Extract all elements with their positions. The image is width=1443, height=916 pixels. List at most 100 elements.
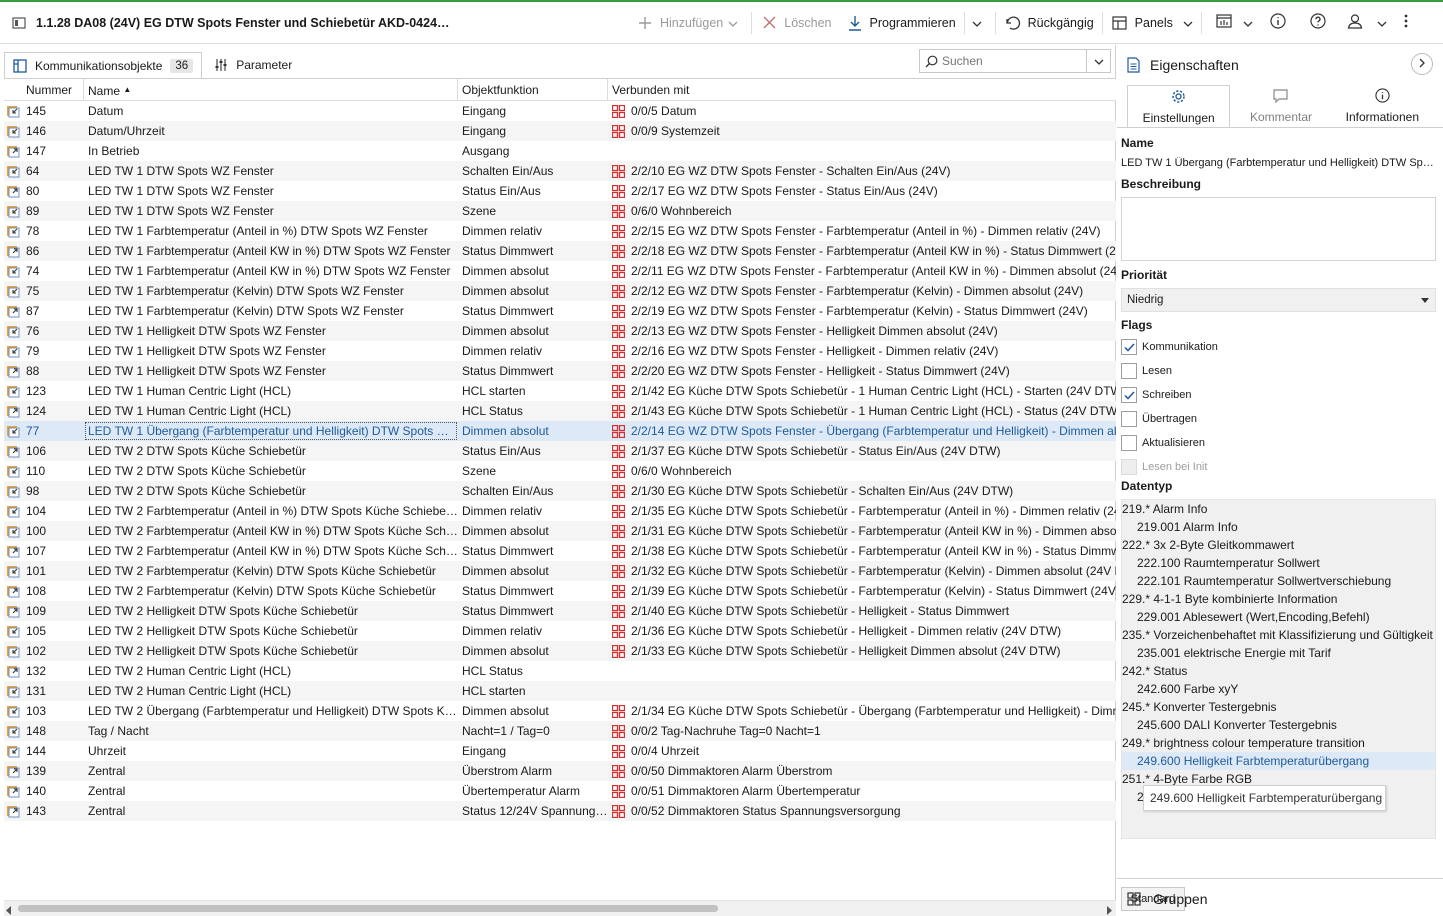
flag-checkbox[interactable]: Übertragen	[1121, 410, 1197, 428]
datatype-item[interactable]: 222.101 Raumtemperatur Sollwertverschieb…	[1122, 572, 1435, 590]
datatype-item[interactable]: 219.* Alarm Info	[1122, 500, 1435, 518]
tab-parameter[interactable]: Parameter	[206, 51, 300, 79]
tab-comment[interactable]: Kommentar	[1230, 85, 1331, 127]
table-row[interactable]: 131 LED TW 2 Human Centric Light (HCL) HCL…	[4, 681, 1116, 701]
table-row[interactable]: 86 LED TW 1 Farbtemperatur (Anteil KW in …	[4, 241, 1116, 261]
program-button[interactable]: Programmieren	[846, 2, 956, 44]
table-row[interactable]: 104 LED TW 2 Farbtemperatur (Anteil in %)…	[4, 501, 1116, 521]
datatype-item[interactable]: 242.600 Farbe xyY	[1122, 680, 1435, 698]
collapse-panel-button[interactable]	[1411, 53, 1433, 75]
scroll-left-icon[interactable]	[6, 904, 12, 916]
priority-select[interactable]: Niedrig	[1121, 288, 1436, 312]
datatype-item[interactable]: 242.* Status	[1122, 662, 1435, 680]
flag-checkbox[interactable]: Schreiben	[1121, 386, 1192, 404]
table-row[interactable]: 79 LED TW 1 Helligkeit DTW Spots WZ Fenst…	[4, 341, 1116, 361]
flag-checkbox[interactable]: Lesen	[1121, 362, 1172, 380]
table-row[interactable]: 109 LED TW 2 Helligkeit DTW Spots Küche S…	[4, 601, 1116, 621]
table-row[interactable]: 148 Tag / Nacht Nacht=1 / Tag=0 0/0/2 Tag-N…	[4, 721, 1116, 741]
name-cell: LED TW 2 DTW Spots Küche Schiebetür	[88, 464, 306, 478]
number-cell: 98	[4, 481, 84, 501]
table-row[interactable]: 76 LED TW 1 Helligkeit DTW Spots WZ Fenst…	[4, 321, 1116, 341]
undo-button[interactable]: Rückgängig	[1004, 2, 1094, 44]
search-input[interactable]	[942, 54, 1082, 68]
horizontal-scrollbar[interactable]	[4, 900, 1116, 916]
datatype-item[interactable]: 249.* brightness colour temperature tran…	[1122, 734, 1435, 752]
table-row[interactable]: 105 LED TW 2 Helligkeit DTW Spots Küche S…	[4, 621, 1116, 641]
table-row[interactable]: 108 LED TW 2 Farbtemperatur (Kelvin) DTW …	[4, 581, 1116, 601]
table-row[interactable]: 147 In Betrieb Ausgang	[4, 141, 1116, 161]
table-row[interactable]: 123 LED TW 1 Human Centric Light (HCL) HCL…	[4, 381, 1116, 401]
search-dropdown[interactable]	[1086, 50, 1110, 72]
scrollbar-thumb[interactable]	[18, 905, 718, 912]
datatype-item[interactable]: 245.* Konverter Testergebnis	[1122, 698, 1435, 716]
table-row[interactable]: 145 Datum Eingang 0/0/5 Datum	[4, 101, 1116, 121]
datatype-item[interactable]: 249.600 Helligkeit Farbtemperaturübergan…	[1122, 752, 1435, 770]
user-dropdown[interactable]	[1372, 2, 1392, 44]
table-row[interactable]: 87 LED TW 1 Farbtemperatur (Kelvin) DTW S…	[4, 301, 1116, 321]
table-row[interactable]: 143 Zentral Status 12/24V Spannungsversorg…	[4, 801, 1116, 821]
datatype-item[interactable]: 222.100 Raumtemperatur Sollwert	[1122, 554, 1435, 572]
info-button[interactable]	[1258, 2, 1298, 44]
datatype-item[interactable]: 229.001 Ablesewert (Wert,Encoding,Befehl…	[1122, 608, 1435, 626]
table-row[interactable]: 146 Datum/Uhrzeit Eingang 0/0/9 Systemzeit	[4, 121, 1116, 141]
group-address-icon	[612, 724, 631, 738]
linked-text: 2/2/15 EG WZ DTW Spots Fenster - Farbtem…	[631, 224, 1101, 238]
column-header-name[interactable]: Name ▲	[84, 79, 458, 101]
column-header-function[interactable]: Objektfunktion	[458, 79, 608, 101]
table-row[interactable]: 77 LED TW 1 Übergang (Farbtemperatur und …	[4, 421, 1116, 441]
user-button[interactable]	[1338, 2, 1372, 44]
table-row[interactable]: 78 LED TW 1 Farbtemperatur (Anteil in %) …	[4, 221, 1116, 241]
table-row[interactable]: 89 LED TW 1 DTW Spots WZ Fenster Szene 0/6/…	[4, 201, 1116, 221]
program-dropdown[interactable]	[967, 2, 987, 44]
table-row[interactable]: 144 Uhrzeit Eingang 0/0/4 Uhrzeit	[4, 741, 1116, 761]
add-button[interactable]: Hinzufügen	[636, 2, 723, 44]
flag-checkbox[interactable]: Kommunikation	[1121, 338, 1218, 356]
table-row[interactable]: 110 LED TW 2 DTW Spots Küche Schiebetür Sz…	[4, 461, 1116, 481]
function-cell: Schalten Ein/Aus	[462, 164, 554, 178]
table-row[interactable]: 88 LED TW 1 Helligkeit DTW Spots WZ Fenst…	[4, 361, 1116, 381]
datatype-item[interactable]: 219.001 Alarm Info	[1122, 518, 1435, 536]
name-value[interactable]: LED TW 1 Übergang (Farbtemperatur und He…	[1121, 157, 1437, 169]
help-button[interactable]	[1298, 2, 1338, 44]
table-row[interactable]: 98 LED TW 2 DTW Spots Küche Schiebetür Sch…	[4, 481, 1116, 501]
table-row[interactable]: 102 LED TW 2 Helligkeit DTW Spots Küche S…	[4, 641, 1116, 661]
table-row[interactable]: 64 LED TW 1 DTW Spots WZ Fenster Schalten …	[4, 161, 1116, 181]
table-row[interactable]: 132 LED TW 2 Human Centric Light (HCL) HCL…	[4, 661, 1116, 681]
add-dropdown[interactable]	[723, 2, 743, 44]
groups-panel-header[interactable]: Gruppen	[1117, 878, 1443, 916]
tab-communication-objects[interactable]: Kommunikationsobjekte 36	[4, 52, 203, 80]
table-row[interactable]: 74 LED TW 1 Farbtemperatur (Anteil KW in …	[4, 261, 1116, 281]
table-row[interactable]: 80 LED TW 1 DTW Spots WZ Fenster Status Ei…	[4, 181, 1116, 201]
datatype-item[interactable]: 222.* 3x 2-Byte Gleitkommawert	[1122, 536, 1435, 554]
table-row[interactable]: 75 LED TW 1 Farbtemperatur (Kelvin) DTW S…	[4, 281, 1116, 301]
workspace-dropdown[interactable]	[1238, 2, 1258, 44]
column-header-number[interactable]: Nummer	[4, 79, 84, 101]
workspace-button[interactable]	[1210, 2, 1238, 44]
datatype-item[interactable]: 235.001 elektrische Energie mit Tarif	[1122, 644, 1435, 662]
flag-checkbox[interactable]: Aktualisieren	[1121, 434, 1205, 452]
more-button[interactable]	[1392, 2, 1420, 44]
search-box[interactable]	[919, 49, 1111, 73]
communication-object-icon	[6, 544, 26, 558]
table-row[interactable]: 139 Zentral Überstrom Alarm 0/0/50 Dimmakto…	[4, 761, 1116, 781]
table-row[interactable]: 106 LED TW 2 DTW Spots Küche Schiebetür St…	[4, 441, 1116, 461]
table-row[interactable]: 103 LED TW 2 Übergang (Farbtemperatur und…	[4, 701, 1116, 721]
panels-button[interactable]: Panels	[1111, 2, 1193, 44]
table-row[interactable]: 107 LED TW 2 Farbtemperatur (Anteil KW in…	[4, 541, 1116, 561]
linked-cell: 0/6/0 Wohnbereich	[608, 461, 1116, 481]
datatype-item[interactable]: 245.600 DALI Konverter Testergebnis	[1122, 716, 1435, 734]
scroll-right-icon[interactable]	[1106, 904, 1112, 916]
linked-cell: 0/0/5 Datum	[608, 101, 1116, 121]
tab-information[interactable]: Informationen	[1332, 85, 1433, 127]
tab-settings[interactable]: Einstellungen	[1127, 85, 1231, 127]
table-row[interactable]: 101 LED TW 2 Farbtemperatur (Kelvin) DTW …	[4, 561, 1116, 581]
table-row[interactable]: 124 LED TW 1 Human Centric Light (HCL) HCL…	[4, 401, 1116, 421]
datatype-item[interactable]: 229.* 4-1-1 Byte kombinierte Information	[1122, 590, 1435, 608]
group-address-icon	[612, 604, 631, 618]
delete-button[interactable]: Löschen	[760, 2, 832, 44]
description-field[interactable]	[1121, 197, 1436, 261]
datatype-item[interactable]: 235.* Vorzeichenbehaftet mit Klassifizie…	[1122, 626, 1435, 644]
column-header-linked[interactable]: Verbunden mit	[608, 79, 1116, 101]
table-row[interactable]: 140 Zentral Übertemperatur Alarm 0/0/51 Dim…	[4, 781, 1116, 801]
table-row[interactable]: 100 LED TW 2 Farbtemperatur (Anteil KW in…	[4, 521, 1116, 541]
